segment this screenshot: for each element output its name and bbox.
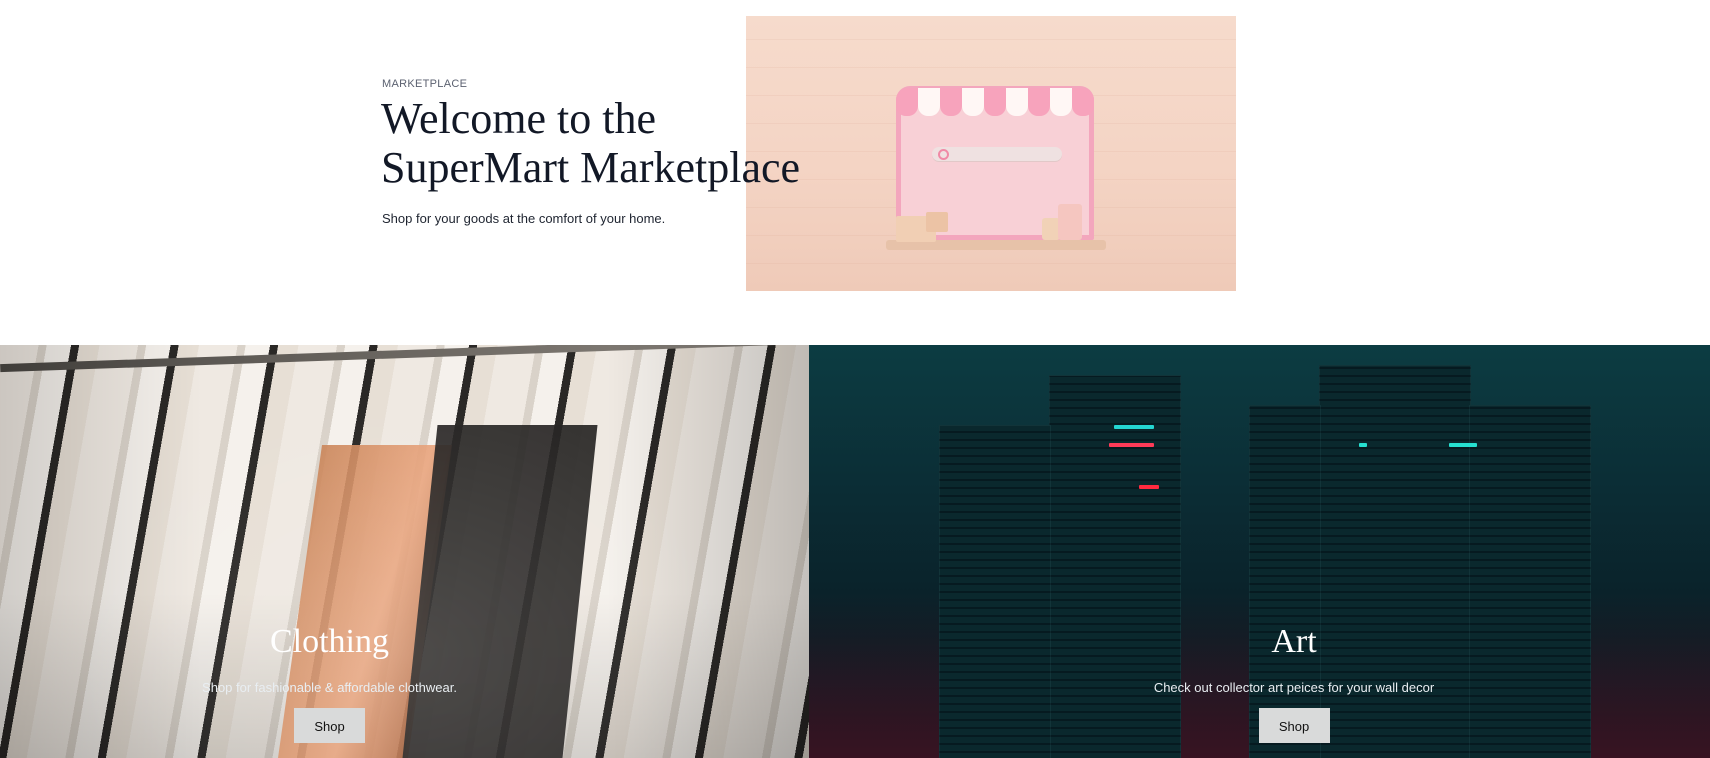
art-window-light [1359, 443, 1367, 447]
art-content: Art Check out collector art peices for y… [809, 622, 1710, 758]
clothing-shop-button[interactable]: Shop [294, 708, 365, 743]
category-panel-clothing: Clothing Shop for fashionable & affordab… [0, 345, 809, 758]
hero-eyebrow: MARKETPLACE [382, 78, 468, 90]
hero-section: MARKETPLACE Welcome to the SuperMart Mar… [0, 0, 1710, 345]
gift-illustration [1058, 204, 1082, 240]
art-title: Art [1271, 623, 1317, 660]
art-window-light [1139, 485, 1159, 489]
box-illustration [926, 212, 948, 232]
hero-subtitle: Shop for your goods at the comfort of yo… [382, 211, 666, 226]
clothing-description: Shop for fashionable & affordable clothw… [202, 680, 457, 695]
search-icon [938, 149, 949, 160]
category-panel-art: Art Check out collector art peices for y… [809, 345, 1710, 758]
illustration-search-bar [932, 147, 1062, 161]
clothing-title: Clothing [269, 623, 390, 660]
art-window-light [1114, 425, 1154, 429]
store-awning [896, 88, 1094, 116]
clothing-content: Clothing Shop for fashionable & affordab… [0, 622, 809, 758]
art-window-light [1109, 443, 1154, 447]
art-window-light [1449, 443, 1477, 447]
art-shop-button[interactable]: Shop [1258, 708, 1330, 743]
art-description: Check out collector art peices for your … [1153, 680, 1435, 695]
hero-title: Welcome to the SuperMart Marketplace [381, 94, 801, 192]
